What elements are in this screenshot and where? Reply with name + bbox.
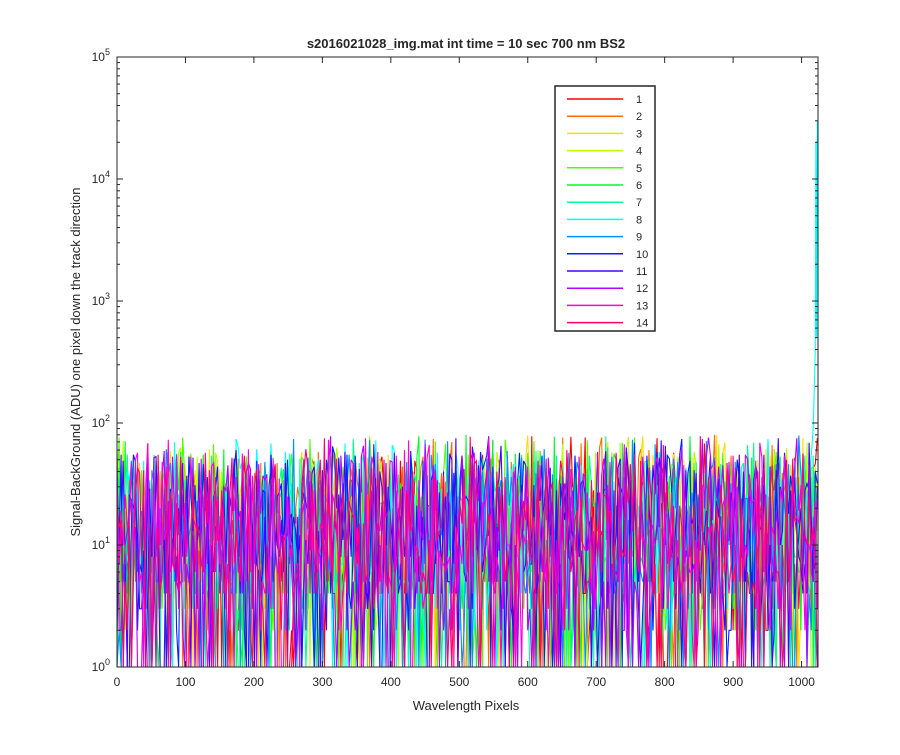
x-tick-label: 700 [586, 675, 606, 689]
legend-label-3: 3 [636, 128, 642, 140]
legend-label-14: 14 [636, 318, 648, 330]
legend: 1234567891011121314 [554, 85, 656, 332]
x-tick-label: 300 [312, 675, 332, 689]
y-tick-label: 104 [92, 169, 110, 186]
x-tick-label: 600 [518, 675, 538, 689]
figure: s2016021028_img.mat int time = 10 sec 70… [0, 0, 900, 750]
legend-label-4: 4 [636, 146, 642, 158]
x-tick-label: 900 [723, 675, 743, 689]
chart-title: s2016021028_img.mat int time = 10 sec 70… [307, 36, 625, 51]
legend-label-10: 10 [636, 249, 648, 261]
y-axis-title: Signal-BackGround (ADU) one pixel down t… [68, 187, 83, 536]
legend-label-2: 2 [636, 111, 642, 123]
legend-label-1: 1 [636, 94, 642, 106]
legend-label-11: 11 [636, 266, 647, 278]
y-tick-label: 105 [92, 47, 110, 64]
legend-label-12: 12 [636, 283, 648, 295]
x-tick-label: 100 [175, 675, 195, 689]
x-tick-label: 200 [244, 675, 264, 689]
legend-label-6: 6 [636, 180, 642, 192]
x-tick-label: 1000 [788, 675, 815, 689]
y-tick-label: 101 [92, 535, 110, 552]
legend-label-8: 8 [636, 214, 642, 226]
legend-label-5: 5 [636, 163, 642, 175]
x-tick-label: 800 [655, 675, 675, 689]
x-tick-label: 400 [381, 675, 401, 689]
y-tick-label: 103 [92, 291, 110, 308]
x-tick-label: 500 [449, 675, 469, 689]
legend-label-9: 9 [636, 232, 642, 244]
x-axis-title: Wavelength Pixels [413, 698, 520, 713]
legend-label-7: 7 [636, 197, 642, 209]
chart-svg: s2016021028_img.mat int time = 10 sec 70… [68, 36, 819, 713]
legend-label-13: 13 [636, 300, 648, 312]
y-tick-label: 100 [92, 657, 110, 674]
x-tick-label: 0 [114, 675, 121, 689]
y-tick-label: 102 [92, 413, 110, 430]
